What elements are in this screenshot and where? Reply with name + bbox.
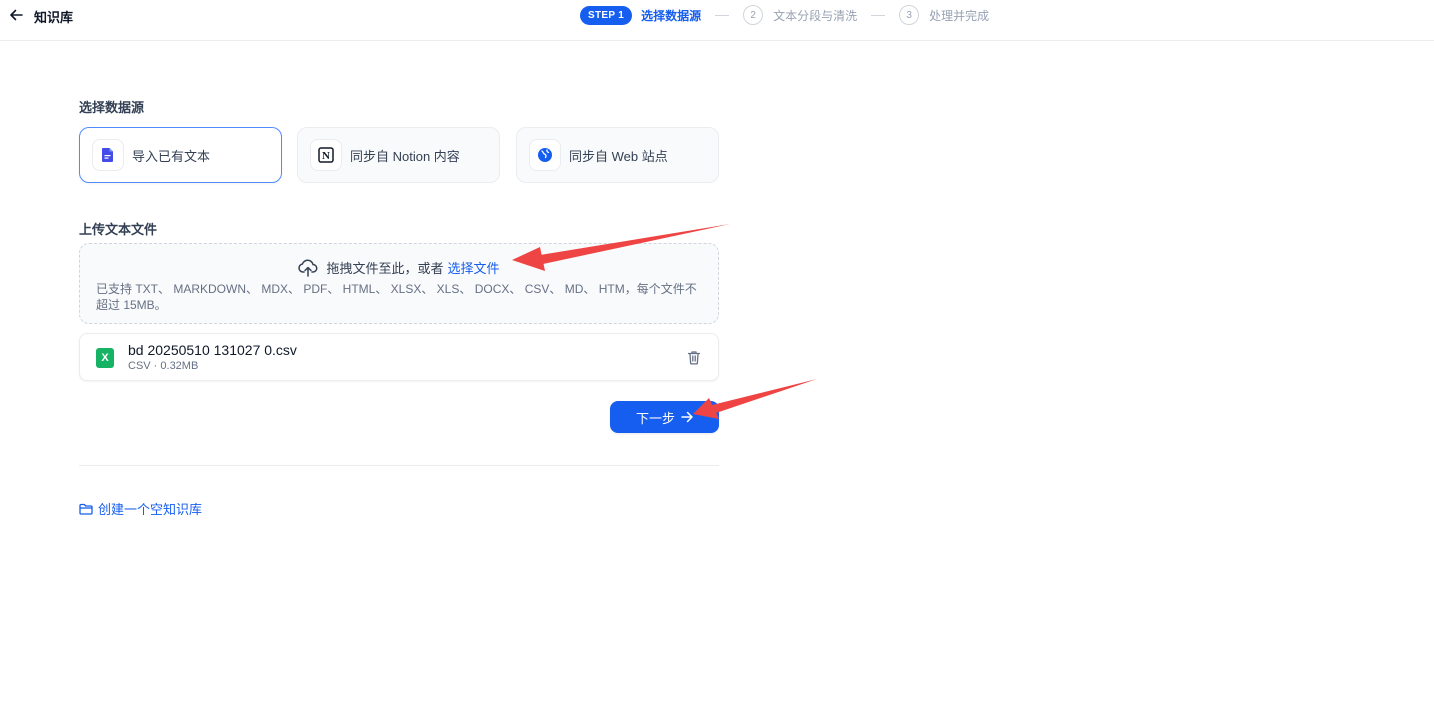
source-option-label: 导入已有文本 bbox=[132, 148, 211, 164]
step-indicator: STEP 1 选择数据源 2 文本分段与清洗 3 处理并完成 bbox=[580, 5, 989, 25]
page-title: 知识库 bbox=[34, 10, 74, 25]
create-empty-kb-link[interactable]: 创建一个空知识库 bbox=[79, 499, 202, 518]
source-option-web[interactable]: 同步自 Web 站点 bbox=[516, 127, 719, 183]
csv-file-icon: X bbox=[96, 348, 114, 368]
svg-text:N: N bbox=[322, 150, 330, 162]
step-separator bbox=[871, 14, 886, 16]
step-separator bbox=[715, 14, 730, 16]
source-option-import-text[interactable]: 导入已有文本 bbox=[79, 127, 282, 183]
step1-badge: STEP 1 bbox=[580, 5, 633, 25]
step1-label: 选择数据源 bbox=[641, 8, 702, 23]
step3-number: 3 bbox=[899, 5, 920, 25]
data-source-title: 选择数据源 bbox=[79, 100, 145, 115]
step2-number: 2 bbox=[743, 5, 764, 25]
uploaded-file-item: X bd 20250510 131027 0.csv CSV · 0.32MB bbox=[79, 333, 719, 381]
arrow-right-icon bbox=[681, 411, 693, 423]
source-option-label: 同步自 Notion 内容 bbox=[350, 148, 460, 164]
source-option-label: 同步自 Web 站点 bbox=[569, 148, 668, 164]
notion-icon: N bbox=[310, 139, 342, 171]
trash-icon[interactable] bbox=[686, 349, 702, 365]
file-name: bd 20250510 131027 0.csv bbox=[128, 342, 297, 358]
next-step-label: 下一步 bbox=[635, 410, 675, 426]
step2-label: 文本分段与清洗 bbox=[773, 8, 858, 23]
create-empty-kb-label: 创建一个空知识库 bbox=[98, 502, 203, 517]
top-header: 知识库 STEP 1 选择数据源 2 文本分段与清洗 3 处理并完成 bbox=[0, 0, 1434, 41]
cloud-upload-icon bbox=[298, 258, 318, 277]
step3-label: 处理并完成 bbox=[929, 8, 990, 23]
file-meta: CSV · 0.32MB bbox=[128, 360, 199, 372]
upload-drag-row: 拖拽文件至此，或者 选择文件 bbox=[80, 258, 718, 277]
upload-title: 上传文本文件 bbox=[79, 222, 158, 237]
globe-icon bbox=[529, 139, 561, 171]
next-step-button[interactable]: 下一步 bbox=[610, 401, 719, 433]
folder-icon bbox=[79, 503, 93, 515]
source-option-notion[interactable]: N 同步自 Notion 内容 bbox=[297, 127, 500, 183]
upload-dropzone[interactable]: 拖拽文件至此，或者 选择文件 已支持 TXT、 MARKDOWN、 MDX、 P… bbox=[79, 243, 719, 324]
divider bbox=[79, 465, 719, 466]
upload-tip: 已支持 TXT、 MARKDOWN、 MDX、 PDF、 HTML、 XLSX、… bbox=[96, 282, 697, 312]
upload-drag-text: 拖拽文件至此，或者 bbox=[326, 261, 444, 276]
file-text-icon bbox=[92, 139, 124, 171]
arrow-left-icon[interactable] bbox=[8, 7, 24, 23]
select-file-link[interactable]: 选择文件 bbox=[448, 258, 500, 277]
